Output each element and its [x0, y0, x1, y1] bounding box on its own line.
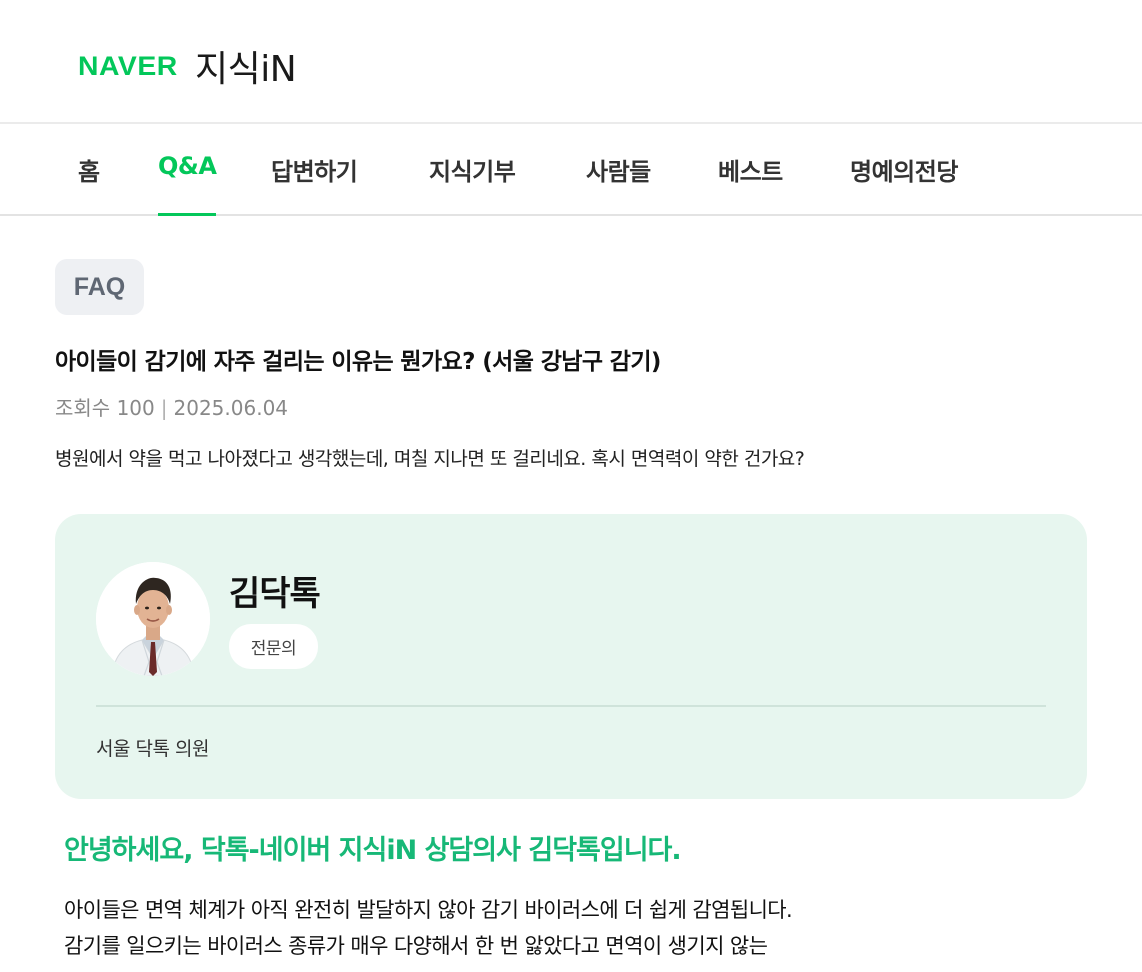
- expert-hospital: 서울 닥톡 의원: [96, 738, 209, 760]
- expert-card: 김닥톡 전문의 서울 닥톡 의원: [55, 514, 1087, 799]
- answer-line: 감기를 일으키는 바이러스 종류가 매우 다양해서 한 번 앓았다고 면역이 생…: [64, 934, 768, 958]
- nav-item-best[interactable]: 베스트: [718, 152, 783, 216]
- naver-logo-text: NAVER: [78, 50, 178, 81]
- nav-item-home[interactable]: 홈: [78, 152, 100, 216]
- main-nav: 홈 Q&A 답변하기 지식기부 사람들 베스트 명예의전당: [0, 126, 1142, 216]
- nav-item-hall-of-fame[interactable]: 명예의전당: [850, 152, 958, 216]
- faq-badge: FAQ: [55, 259, 144, 315]
- answer-line: 아이들은 면역 체계가 아직 완전히 발달하지 않아 감기 바이러스에 더 쉽게…: [64, 898, 793, 922]
- kin-logo-text: 지식iN: [195, 49, 297, 90]
- meta-separator: |: [160, 396, 168, 420]
- question-date: 2025.06.04: [173, 396, 289, 420]
- nav-item-knowledge-donation[interactable]: 지식기부: [429, 152, 516, 216]
- question-body: 병원에서 약을 먹고 나아졌다고 생각했는데, 며칠 지나면 또 걸리네요. 혹…: [55, 448, 805, 470]
- naver-kin-logo[interactable]: NAVER 지식iN: [78, 44, 297, 90]
- question-title: 아이들이 감기에 자주 걸리는 이유는 뭔가요? (서울 강남구 감기): [55, 349, 661, 375]
- card-divider: [96, 705, 1046, 707]
- nav-item-answer[interactable]: 답변하기: [271, 152, 358, 216]
- expert-name[interactable]: 김닥톡: [229, 566, 321, 615]
- answer-greeting: 안녕하세요, 닥톡-네이버 지식iN 상담의사 김닥톡입니다.: [64, 835, 682, 866]
- top-header: NAVER 지식iN: [0, 0, 1142, 124]
- nav-item-people[interactable]: 사람들: [586, 152, 651, 216]
- doctor-avatar-icon[interactable]: [96, 562, 210, 676]
- views-label: 조회수: [55, 396, 111, 420]
- views-count: 100: [116, 396, 155, 420]
- nav-item-qna[interactable]: Q&A: [158, 152, 217, 216]
- question-meta: 조회수 100 | 2025.06.04: [55, 392, 288, 421]
- specialist-badge: 전문의: [229, 624, 318, 669]
